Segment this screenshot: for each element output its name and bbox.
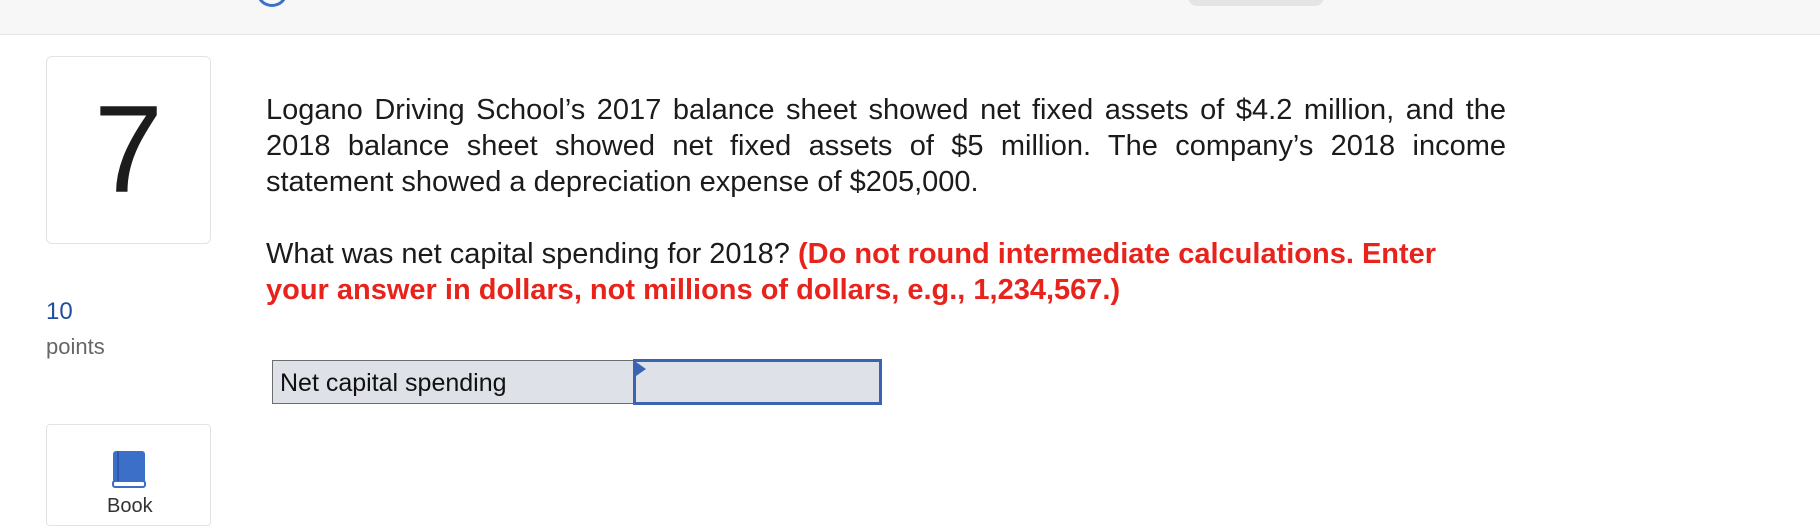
net-capital-spending-input[interactable] — [633, 359, 882, 405]
question-prompt-block: What was net capital spending for 2018? … — [266, 236, 1506, 308]
answer-table-row: Net capital spending — [272, 359, 882, 406]
question-prompt: What was net capital spending for 2018? — [266, 238, 790, 270]
answer-input-cell — [633, 359, 882, 405]
reference-book-button[interactable]: Book — [46, 424, 211, 526]
points-label: points — [46, 334, 105, 359]
input-marker-icon — [636, 362, 646, 376]
reference-label: Book — [107, 495, 153, 517]
answer-label-cell: Net capital spending — [272, 360, 634, 404]
points-value: 10 — [46, 298, 73, 325]
top-pill-button[interactable] — [1188, 0, 1324, 6]
question-number: 7 — [94, 81, 163, 219]
question-number-box: 7 — [46, 56, 211, 244]
progress-indicator-icon[interactable] — [256, 0, 288, 7]
top-bar — [0, 0, 1820, 35]
question-text: Logano Driving School’s 2017 balance she… — [266, 94, 1506, 198]
book-icon — [112, 451, 146, 488]
